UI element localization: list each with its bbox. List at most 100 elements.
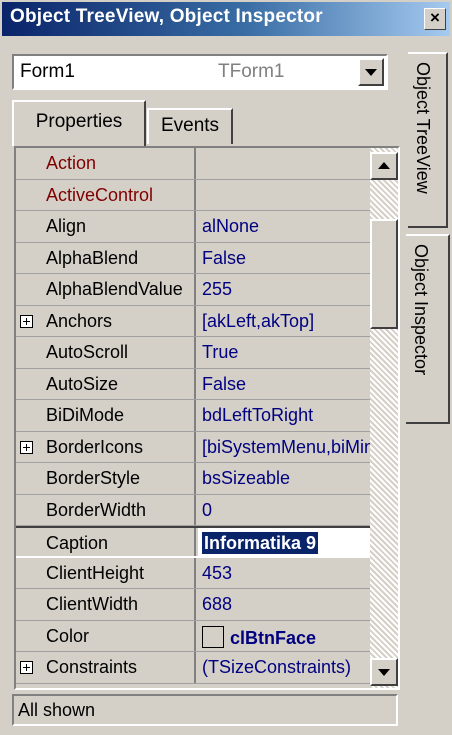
property-value-text: False: [202, 373, 247, 394]
property-name-text: BorderStyle: [46, 468, 141, 488]
property-name-text: Anchors: [46, 310, 113, 331]
property-value[interactable]: bsSizeable: [198, 463, 372, 494]
property-row[interactable]: ClientHeight 453: [16, 557, 372, 589]
property-name: Caption: [16, 528, 196, 556]
component-selector[interactable]: Form1 TForm1: [12, 54, 388, 90]
property-value[interactable]: 453: [198, 558, 372, 589]
property-row[interactable]: BorderIcons [biSystemMenu,biMinimize,biMa…: [16, 431, 372, 463]
property-name: ClientWidth: [16, 589, 196, 620]
property-grid: Action ActiveControl Align alNone AlphaBlend…: [14, 146, 400, 690]
property-row[interactable]: Caption Informatika 9: [16, 526, 372, 558]
property-value-text: (TSizeConstraints): [202, 657, 352, 677]
property-value[interactable]: [biSystemMenu,biMinimize,biMaximize]: [198, 432, 372, 463]
property-value[interactable]: clBtnFace: [198, 621, 372, 652]
property-value[interactable]: [198, 180, 372, 211]
status-bar: All shown: [12, 694, 398, 726]
property-row[interactable]: BorderWidth 0: [16, 494, 372, 526]
property-row[interactable]: Constraints (TSizeConstraints): [16, 652, 372, 684]
property-value[interactable]: False: [198, 369, 372, 400]
property-name: BiDiMode: [16, 400, 196, 431]
property-value-text: bdLeftToRight: [202, 405, 314, 425]
property-value-text: 0: [202, 499, 213, 520]
property-name-text: BorderIcons: [46, 436, 144, 457]
property-name-text: AlphaBlend: [46, 247, 139, 268]
property-name-text: ClientWidth: [46, 594, 139, 614]
property-name-text: ActiveControl: [46, 184, 154, 205]
property-value-text: bsSizeable: [202, 468, 291, 488]
component-dropdown-button[interactable]: [358, 58, 384, 86]
property-value-text: False: [202, 247, 247, 268]
property-row[interactable]: AutoSize False: [16, 368, 372, 400]
expand-plus-icon[interactable]: [20, 661, 33, 674]
property-name-text: Color: [46, 625, 90, 646]
property-name: ClientHeight: [16, 557, 196, 588]
property-row[interactable]: Align alNone: [16, 211, 372, 243]
property-name: BorderStyle: [16, 463, 196, 494]
color-swatch: [202, 625, 224, 648]
property-row[interactable]: Action: [16, 148, 372, 180]
tab-properties[interactable]: Properties: [12, 100, 146, 146]
property-value[interactable]: False: [198, 243, 372, 274]
close-button[interactable]: ×: [424, 8, 446, 30]
property-value[interactable]: alNone: [198, 211, 372, 242]
property-row[interactable]: BiDiMode bdLeftToRight: [16, 400, 372, 432]
arrow-up-icon: [378, 162, 390, 169]
property-name-text: Action: [46, 153, 97, 173]
property-name: Constraints: [16, 652, 196, 683]
property-row[interactable]: AutoScroll True: [16, 337, 372, 369]
property-row[interactable]: AlphaBlend False: [16, 242, 372, 274]
property-name: Anchors: [16, 305, 196, 336]
vertical-scrollbar[interactable]: [370, 148, 398, 688]
property-row[interactable]: BorderStyle bsSizeable: [16, 463, 372, 495]
property-value-text: 688: [202, 594, 233, 614]
property-name-text: Caption: [46, 533, 109, 553]
window-title: Object TreeView, Object Inspector: [10, 6, 323, 27]
scroll-down-button[interactable]: [370, 658, 398, 686]
tab-object-inspector[interactable]: Object Inspector: [406, 234, 450, 424]
tab-object-treeview-label: Object TreeView: [413, 62, 433, 194]
close-icon: ×: [430, 8, 440, 27]
chevron-down-icon: [365, 69, 377, 76]
property-value[interactable]: 0: [198, 495, 372, 526]
property-name: Align: [16, 211, 196, 242]
expand-plus-icon[interactable]: [20, 314, 33, 328]
tab-object-inspector-label: Object Inspector: [411, 244, 431, 376]
arrow-down-icon: [378, 669, 390, 676]
property-value[interactable]: True: [198, 337, 372, 368]
property-name: Color: [16, 620, 196, 651]
title-bar[interactable]: Object TreeView, Object Inspector ×: [2, 2, 450, 36]
scroll-up-button[interactable]: [370, 152, 398, 180]
property-name-text: ClientHeight: [46, 562, 145, 583]
property-name-text: Constraints: [46, 657, 138, 677]
property-value-text: 255: [202, 279, 233, 299]
tab-object-treeview[interactable]: Object TreeView: [408, 52, 448, 228]
property-name: ActiveControl: [16, 179, 196, 210]
property-row[interactable]: ClientWidth 688: [16, 589, 372, 621]
property-value[interactable]: bdLeftToRight: [198, 400, 372, 431]
property-name-text: BiDiMode: [46, 405, 125, 425]
property-value-text: 453: [202, 562, 233, 583]
property-value-text: True: [202, 342, 239, 362]
expand-plus-icon[interactable]: [20, 440, 33, 454]
property-value[interactable]: (TSizeConstraints): [198, 652, 372, 683]
tab-events[interactable]: Events: [147, 108, 233, 144]
property-value[interactable]: 688: [198, 589, 372, 620]
property-value-text: clBtnFace: [230, 627, 317, 648]
property-row[interactable]: AlphaBlendValue 255: [16, 274, 372, 306]
property-name: AlphaBlend: [16, 242, 196, 273]
property-row[interactable]: Color clBtnFace: [16, 620, 372, 652]
property-value[interactable]: [198, 148, 372, 179]
property-row[interactable]: ActiveControl: [16, 179, 372, 211]
property-value-text: alNone: [202, 216, 260, 236]
property-name-text: AlphaBlendValue: [46, 279, 183, 299]
property-name: AutoSize: [16, 368, 196, 399]
property-value[interactable]: [akLeft,akTop]: [198, 306, 372, 337]
scroll-thumb[interactable]: [370, 218, 398, 329]
property-rows: Action ActiveControl Align alNone AlphaBlend…: [16, 148, 372, 684]
property-value-editor[interactable]: Informatika 9: [198, 528, 372, 556]
property-name-text: BorderWidth: [46, 499, 147, 520]
property-row[interactable]: Anchors [akLeft,akTop]: [16, 305, 372, 337]
property-name-text: AutoSize: [46, 373, 119, 394]
property-value[interactable]: 255: [198, 274, 372, 305]
component-name: Form1: [20, 61, 75, 82]
